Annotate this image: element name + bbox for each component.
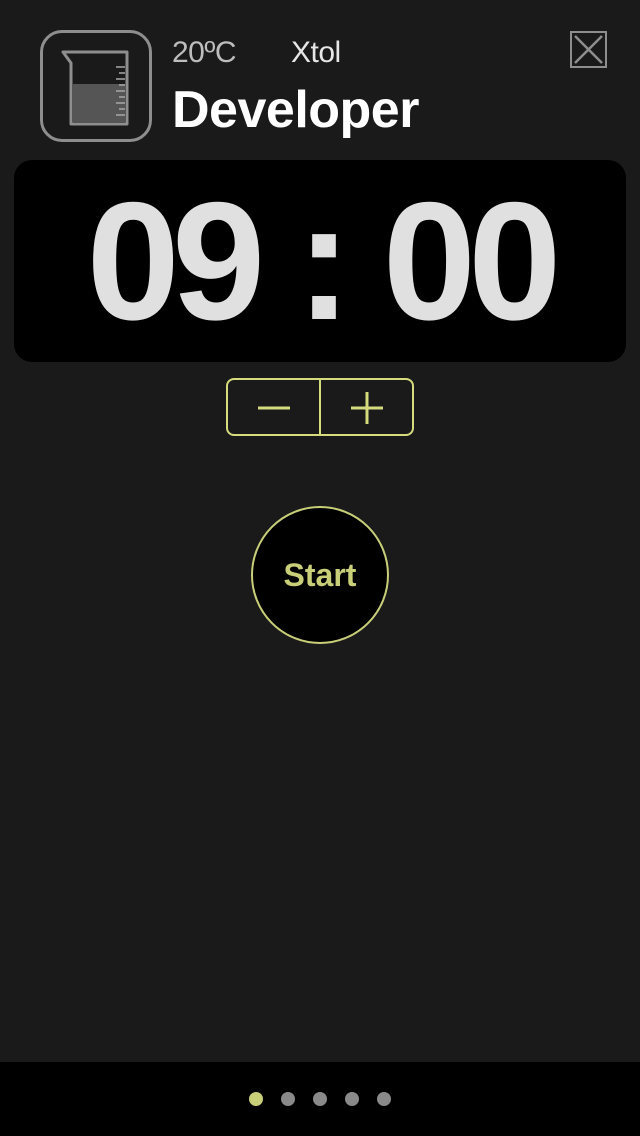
page-dot[interactable] [313, 1092, 327, 1106]
time-stepper [226, 378, 414, 436]
page-dot[interactable] [345, 1092, 359, 1106]
timer-display: 09 : 00 [86, 167, 561, 355]
timer-panel: 09 : 00 [14, 160, 626, 362]
page-indicator-bar [0, 1062, 640, 1136]
plus-icon [351, 392, 383, 424]
chemical-label: Xtol [291, 36, 341, 69]
timer-screen: 20ºC Xtol Developer 09 : 00 Start [0, 0, 640, 1136]
beaker-icon [40, 30, 152, 142]
page-dot[interactable] [377, 1092, 391, 1106]
start-label: Start [283, 557, 357, 593]
step-title: Developer [172, 81, 419, 139]
page-dots [0, 1062, 640, 1136]
temperature-label: 20ºC [172, 36, 237, 69]
close-button[interactable] [570, 31, 607, 68]
increase-time-button[interactable] [321, 380, 412, 434]
page-dot[interactable] [281, 1092, 295, 1106]
minus-icon [258, 406, 290, 410]
page-dot[interactable] [249, 1092, 263, 1106]
start-button[interactable]: Start [251, 506, 389, 644]
decrease-time-button[interactable] [228, 380, 321, 434]
close-icon [574, 35, 603, 64]
